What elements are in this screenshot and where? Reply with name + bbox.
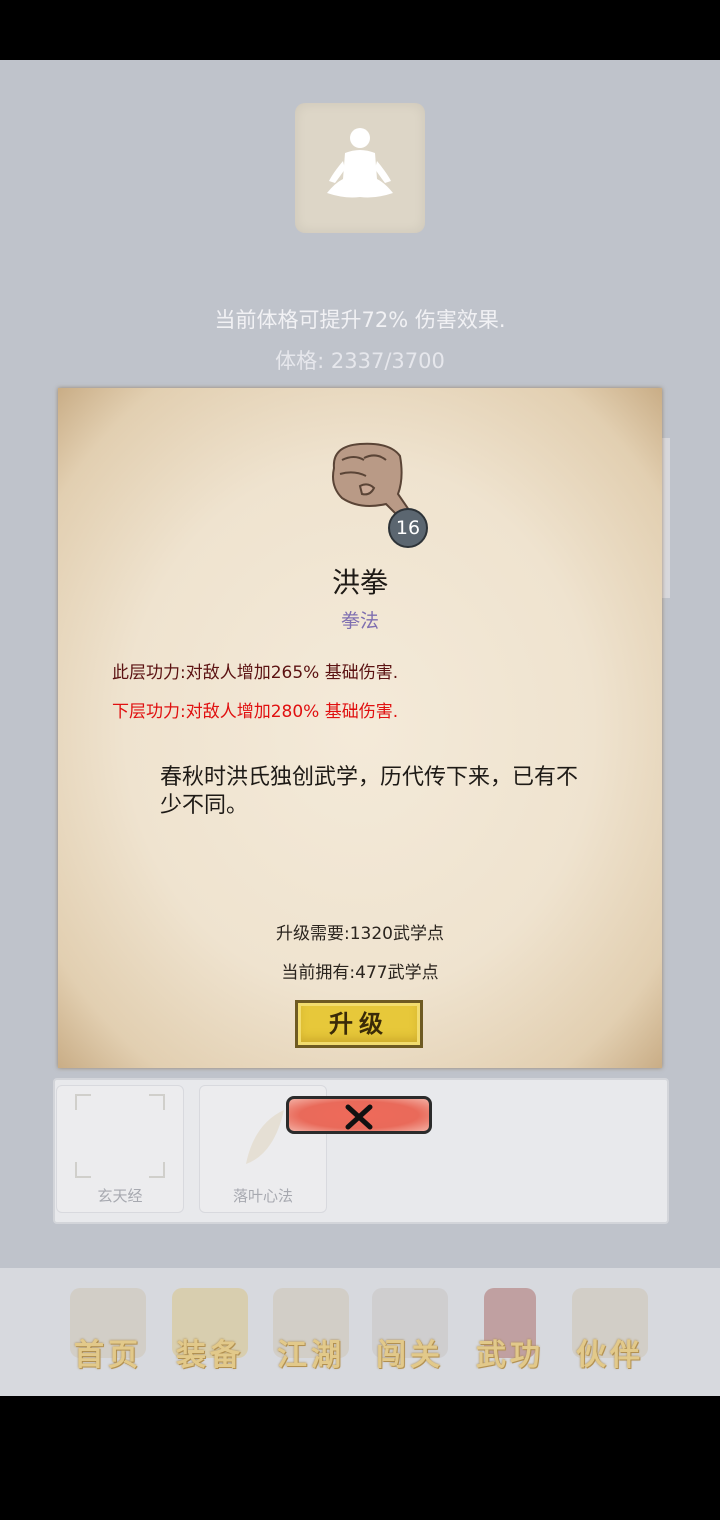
close-button[interactable] (286, 1096, 432, 1134)
nav-label: 武功 (476, 1338, 544, 1373)
nav-home[interactable]: 首页 (60, 1284, 156, 1384)
skill-name: 洪拳 (331, 566, 388, 599)
skill-description: 春秋时洪氏独创武学，历代传下来，已有不少不同。 (160, 765, 579, 818)
meditation-avatar[interactable] (295, 103, 425, 233)
bottom-navigation: 首页 装备 江湖 闯关 武功 伙伴 (0, 1268, 720, 1396)
close-icon (345, 1104, 373, 1130)
scroll-edge (662, 438, 670, 598)
skill-screen: 当前体格可提升72% 伤害效果. 体格: 2337/3700 玄天经 落叶心法 … (0, 60, 720, 1396)
leaf-icon (246, 1110, 284, 1164)
status-bar (0, 0, 720, 60)
nav-label: 伙伴 (576, 1338, 644, 1373)
nav-label: 首页 (74, 1338, 142, 1373)
upgrade-cost: 升级需要:1320武学点 (276, 924, 444, 944)
skill-slot-label: 玄天经 (97, 1187, 143, 1205)
system-navigation-bar (0, 1396, 720, 1520)
nav-label: 闯关 (376, 1338, 444, 1373)
frame-corner (75, 1162, 91, 1178)
attribute-label: 体格: (275, 349, 325, 373)
frame-corner (149, 1094, 165, 1110)
upgrade-button[interactable]: 升级 (295, 1000, 423, 1048)
frame-corner (75, 1094, 91, 1110)
nav-equipment[interactable]: 装备 (162, 1284, 258, 1384)
current-points: 当前拥有:477武学点 (281, 963, 439, 983)
skill-detail-scroll: 16 洪拳 拳法 此层功力:对敌人增加265% 基础伤害. 下层功力:对敌人增加… (58, 388, 662, 1068)
skill-type: 拳法 (340, 610, 379, 632)
nav-martial-arts[interactable]: 武功 (462, 1284, 558, 1384)
attribute-effect-text: 当前体格可提升72% 伤害效果. (214, 308, 506, 332)
nav-stages[interactable]: 闯关 (362, 1284, 458, 1384)
attribute-value-row: 体格: 2337/3700 (0, 345, 720, 375)
nav-jianghu[interactable]: 江湖 (263, 1284, 359, 1384)
attribute-value: 2337/3700 (330, 349, 445, 373)
skill-slot-xuantianjing[interactable]: 玄天经 (56, 1085, 184, 1213)
skill-level-badge: 16 (388, 508, 428, 548)
meditation-icon (327, 128, 393, 198)
next-level-effect: 下层功力:对敌人增加280% 基础伤害. (112, 702, 399, 722)
frame-corner (149, 1162, 165, 1178)
current-level-effect: 此层功力:对敌人增加265% 基础伤害. (112, 663, 399, 683)
nav-label: 江湖 (277, 1338, 345, 1373)
nav-companions[interactable]: 伙伴 (562, 1284, 658, 1384)
skill-slot-label: 落叶心法 (232, 1187, 293, 1205)
nav-label: 装备 (176, 1338, 244, 1373)
